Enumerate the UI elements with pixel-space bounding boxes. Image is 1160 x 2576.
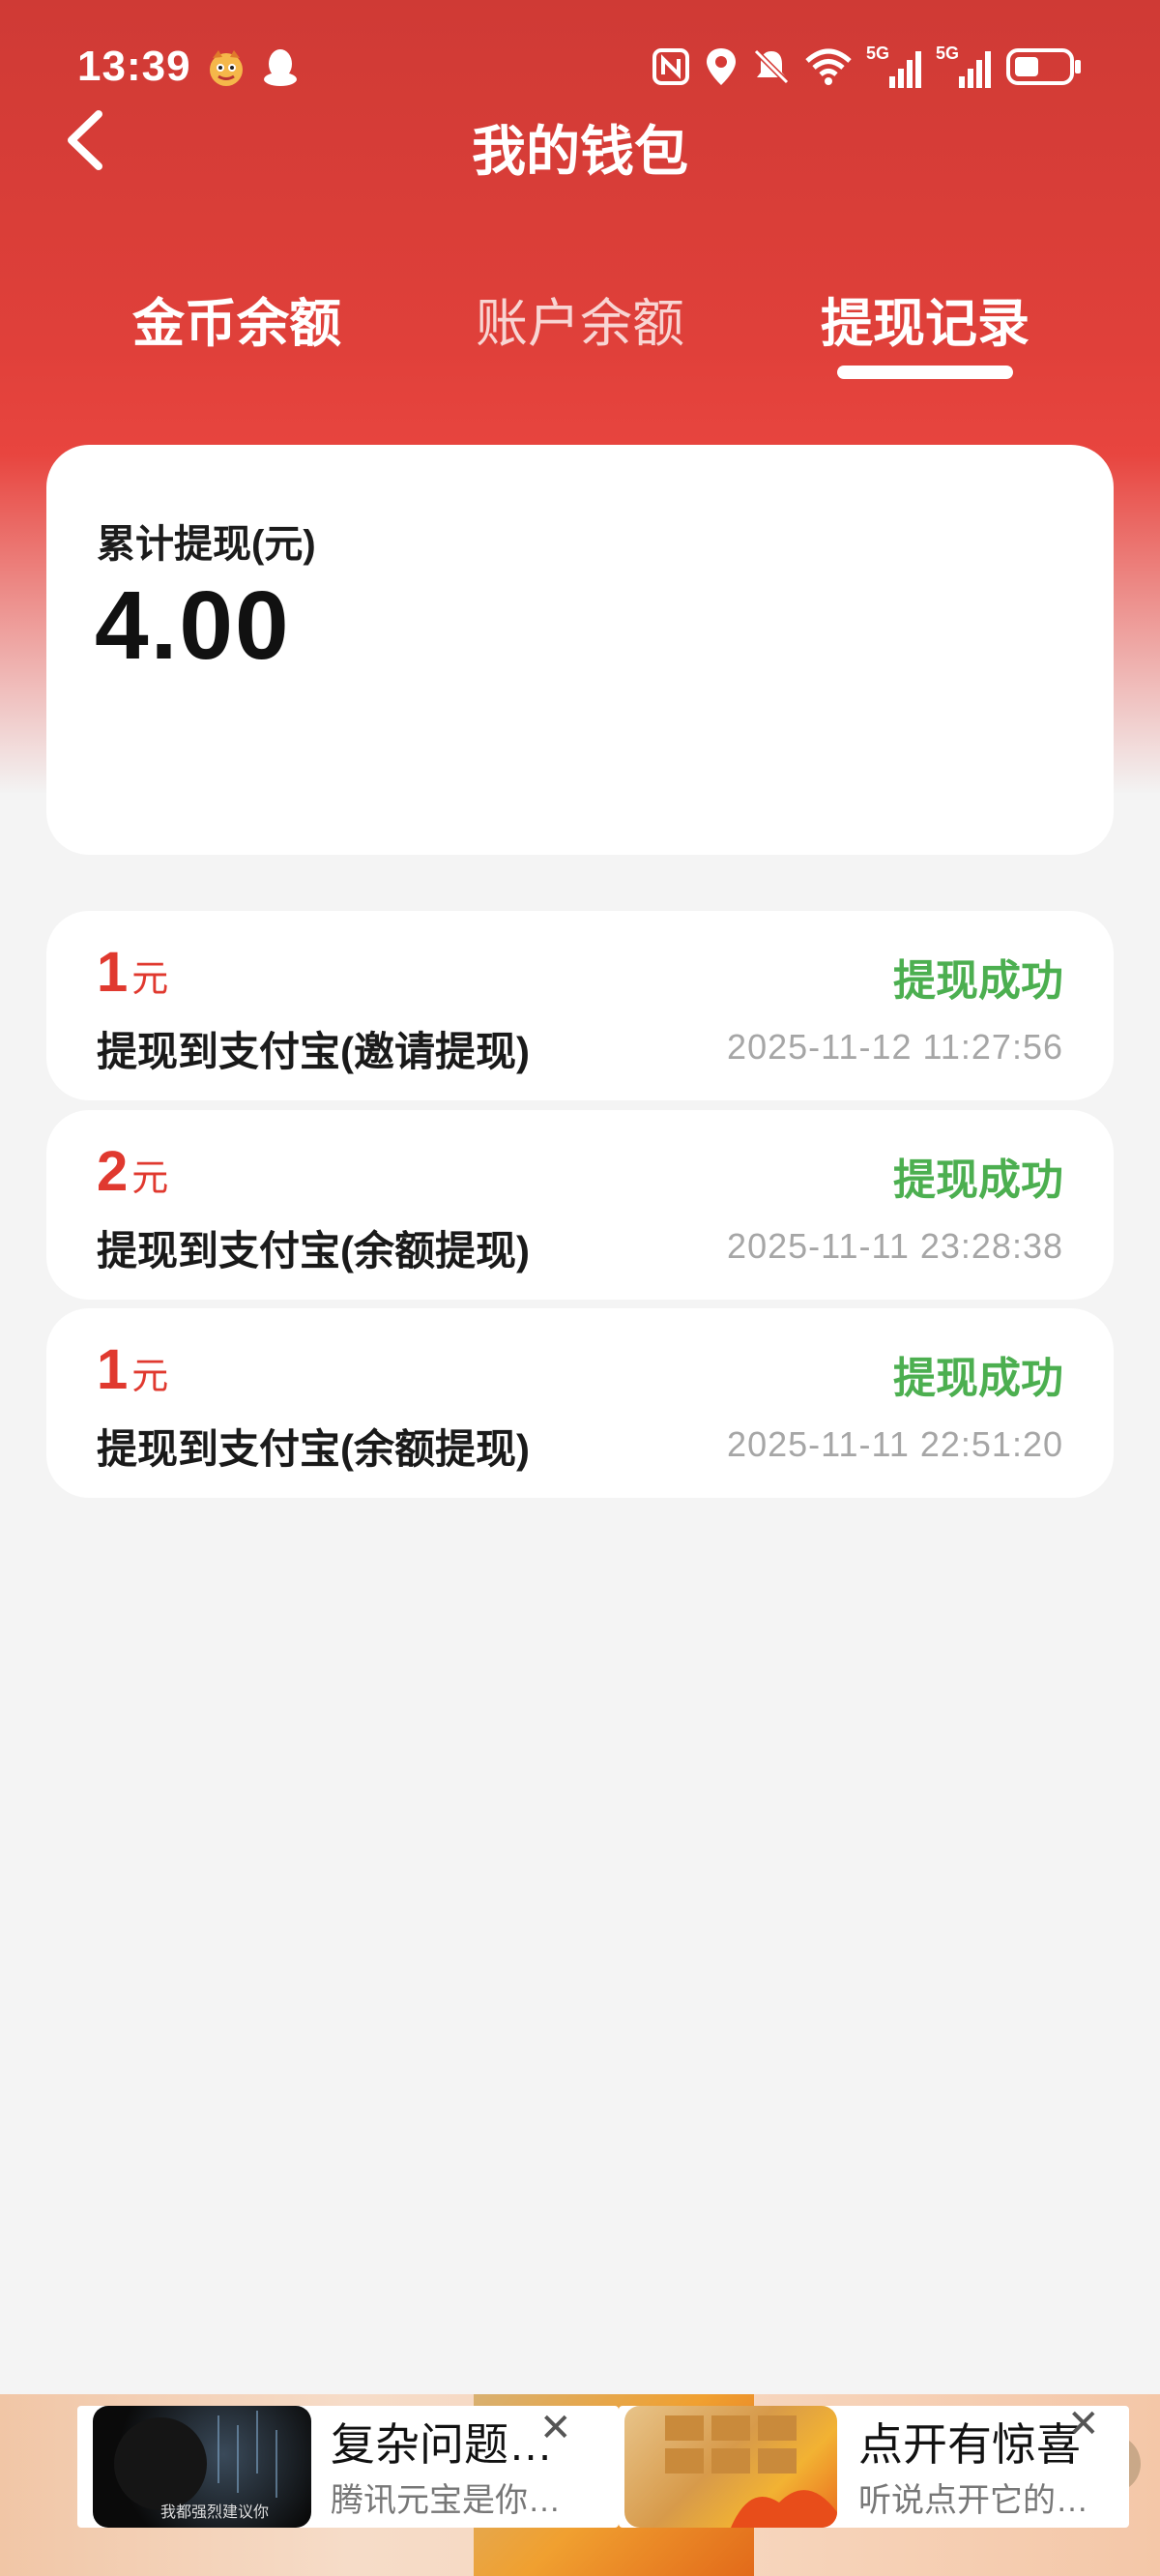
tab-active-indicator xyxy=(837,366,1013,379)
ad-card[interactable]: 点开有惊喜 听说点开它的… ✕ xyxy=(619,2406,1129,2528)
battery-icon xyxy=(1005,47,1083,91)
record-status: 提现成功 xyxy=(893,957,1063,1005)
total-withdraw-label: 累计提现(元) xyxy=(97,523,316,566)
withdraw-record[interactable]: 1元 提现到支付宝(邀请提现) 提现成功 2025-11-12 11:27:56 xyxy=(46,911,1114,1100)
record-amount: 1元 xyxy=(97,941,169,1004)
ad-subtitle: 听说点开它的… xyxy=(858,2482,1088,2519)
record-status: 提现成功 xyxy=(893,1156,1063,1204)
record-description: 提现到支付宝(余额提现) xyxy=(97,1228,530,1273)
bell-muted-icon xyxy=(752,47,791,91)
signal-5g-icon-1: 5G xyxy=(866,44,922,90)
total-withdraw-value: 4.00 xyxy=(95,571,291,680)
qq-icon xyxy=(261,46,300,86)
record-amount: 2元 xyxy=(97,1140,169,1203)
close-icon[interactable]: ✕ xyxy=(539,2406,572,2450)
tab-account-balance[interactable]: 账户余额 xyxy=(469,280,691,357)
record-status: 提现成功 xyxy=(893,1355,1063,1402)
total-withdraw-card: 累计提现(元) 4.00 xyxy=(46,445,1114,855)
status-time: 13:39 xyxy=(77,43,191,90)
ad-thumbnail: 我都强烈建议你 xyxy=(93,2406,311,2528)
record-description: 提现到支付宝(余额提现) xyxy=(97,1426,530,1472)
ad-subtitle: 腾讯元宝是你… xyxy=(331,2482,561,2519)
record-time: 2025-11-11 22:51:20 xyxy=(727,1424,1063,1464)
wifi-icon xyxy=(804,47,853,91)
withdraw-record[interactable]: 2元 提现到支付宝(余额提现) 提现成功 2025-11-11 23:28:38 xyxy=(46,1110,1114,1300)
ad-thumbnail xyxy=(624,2406,837,2528)
ad-card[interactable]: 我都强烈建议你 复杂问题… 腾讯元宝是你… ✕ xyxy=(77,2406,619,2528)
ad-title: 复杂问题… xyxy=(331,2419,553,2470)
mascot-app-icon xyxy=(205,46,244,86)
nfc-icon xyxy=(652,47,690,91)
record-description: 提现到支付宝(邀请提现) xyxy=(97,1029,530,1074)
tab-withdraw-records[interactable]: 提现记录 xyxy=(814,280,1036,357)
ad-title: 点开有惊喜 xyxy=(858,2419,1081,2470)
record-time: 2025-11-11 23:28:38 xyxy=(727,1226,1063,1266)
signal-5g-icon-2: 5G xyxy=(936,44,992,90)
tab-coin-balance[interactable]: 金币余额 xyxy=(126,280,348,357)
record-amount: 1元 xyxy=(97,1338,169,1401)
withdraw-record[interactable]: 1元 提现到支付宝(余额提现) 提现成功 2025-11-11 22:51:20 xyxy=(46,1308,1114,1498)
record-time: 2025-11-12 11:27:56 xyxy=(727,1027,1063,1067)
ad-thumb-caption: 我都强烈建议你 xyxy=(160,2504,270,2521)
close-icon[interactable]: ✕ xyxy=(1067,2406,1100,2446)
location-icon xyxy=(704,46,739,92)
status-right-icons: 5G 5G xyxy=(652,44,1083,93)
page-title: 我的钱包 xyxy=(472,121,688,182)
